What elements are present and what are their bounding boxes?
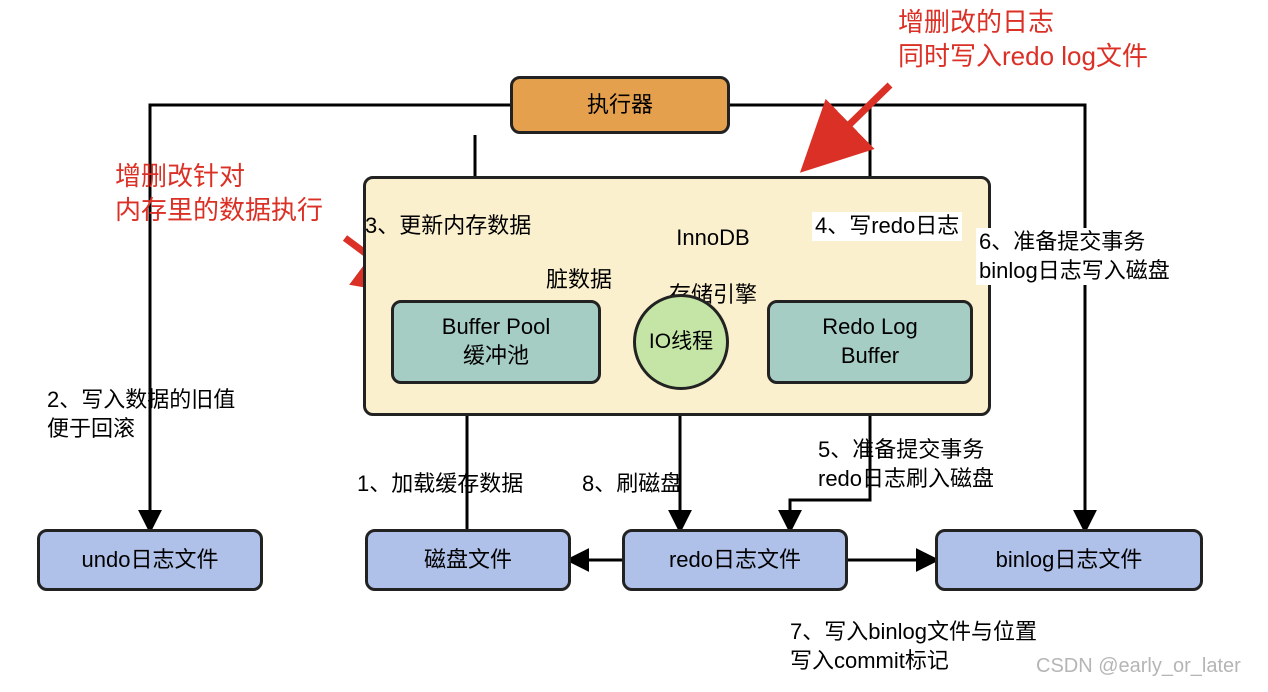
diagram-canvas: 增删改的日志 同时写入redo log文件 增删改针对 内存里的数据执行 执行器… (0, 0, 1268, 692)
box-undo-file: undo日志文件 (37, 529, 263, 591)
box-redo-buffer: Redo Log Buffer (767, 300, 973, 384)
label-step3: 3、更新内存数据 (365, 212, 531, 241)
box-binlog-file: binlog日志文件 (935, 529, 1203, 591)
annotation-redo-log: 增删改的日志 同时写入redo log文件 (898, 6, 1148, 74)
box-io-thread: IO线程 (633, 294, 729, 390)
box-executor: 执行器 (510, 76, 730, 134)
label-step7: 7、写入binlog文件与位置 写入commit标记 (790, 618, 1037, 675)
box-disk-file: 磁盘文件 (365, 529, 571, 591)
label-innodb-title: InnoDB 存储引擎 (643, 195, 783, 309)
watermark: CSDN @early_or_later (1036, 653, 1241, 679)
label-innodb-line1: InnoDB (676, 225, 749, 250)
label-step1: 1、加载缓存数据 (357, 470, 523, 499)
label-dirty-data: 脏数据 (546, 266, 612, 295)
label-step8: 8、刷磁盘 (582, 470, 682, 499)
label-step6: 6、准备提交事务 binlog日志写入磁盘 (976, 228, 1173, 285)
label-step4: 4、写redo日志 (812, 212, 962, 241)
label-step5: 5、准备提交事务 redo日志刷入磁盘 (818, 436, 994, 493)
label-step2: 2、写入数据的旧值 便于回滚 (47, 386, 235, 443)
box-redo-file: redo日志文件 (622, 529, 848, 591)
box-buffer-pool: Buffer Pool 缓冲池 (391, 300, 601, 384)
annotation-memory-exec: 增删改针对 内存里的数据执行 (115, 160, 323, 228)
